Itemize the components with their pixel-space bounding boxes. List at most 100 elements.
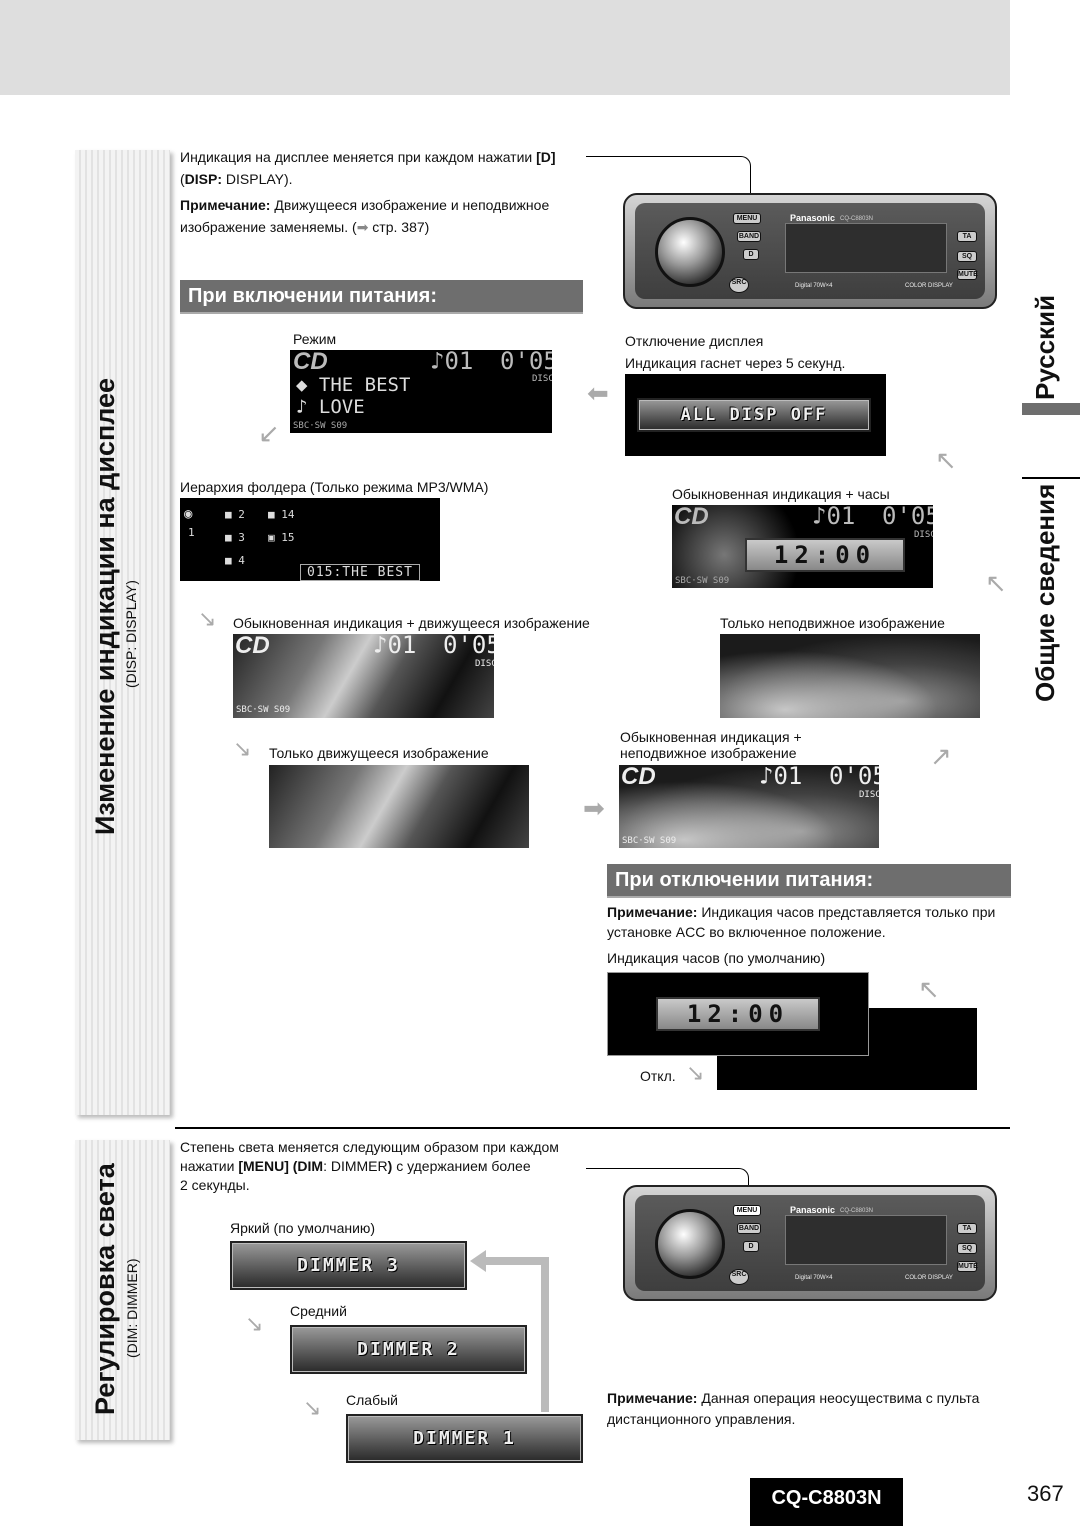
curved-arrow-icon: ↖ (935, 445, 957, 475)
note-label: Примечание: (607, 1390, 698, 1406)
src-button[interactable]: SRC (729, 277, 749, 293)
radio-model: CQ-C8803N (840, 216, 874, 222)
sq-button[interactable]: SQ (957, 251, 977, 262)
folder-item: ■ 2 (225, 508, 245, 521)
lcd-source: CD (674, 505, 709, 530)
arrow-right-icon: ➡ (583, 793, 605, 823)
menu-button[interactable]: MENU (733, 213, 761, 224)
lcd-still-normal: CD ♪01 0'05 DISC SBC·SW S09 (619, 765, 879, 848)
intro-display-text: DISPLAY). (222, 171, 293, 187)
lcd-line2: ♪ LOVE (296, 396, 365, 418)
display-section-title: Изменение индикации на дисплее (90, 377, 120, 835)
clock-display: 12:00 (745, 538, 905, 572)
lcd-disc: DISC (859, 790, 879, 800)
dimmer-intro-line1: Степень света меняется следующим образом… (180, 1139, 559, 1155)
display-section-subtitle: (DISP: DISPLAY) (123, 580, 139, 688)
d-button[interactable]: D (743, 1241, 759, 1252)
lcd-moving-image: CD ♪01 0'05 DISC SBC·SW S09 (233, 634, 494, 718)
disp-off-panel: ALL DISP OFF (637, 398, 871, 432)
curved-arrow-icon: ↖ (985, 568, 1007, 598)
ta-button[interactable]: TA (957, 1223, 977, 1234)
band-button[interactable]: BAND (737, 1223, 761, 1234)
dimmer-level-label: Средний (290, 1303, 347, 1319)
volume-knob[interactable] (655, 217, 725, 287)
dimmer-section-subtitle: (DIM: DIMMER) (124, 1258, 140, 1358)
lcd-folder-name: THE BEST (318, 374, 411, 396)
dimmer-note: Примечание: Данная операция неосуществим… (607, 1388, 1007, 1430)
still-label: Обыкновенная индикация + неподвижное изо… (620, 729, 802, 761)
dimmer-level-label: Слабый (346, 1392, 398, 1408)
disc-icon: ◉ (184, 506, 193, 522)
curved-arrow-icon: ↖ (918, 974, 940, 1004)
clock-default-display: 12:00 (656, 997, 820, 1031)
intro-text: Индикация на дисплее меняется при каждом… (180, 149, 537, 165)
lcd-sbc: SBC·SW S09 (622, 836, 677, 846)
lcd-time: 0'05 (443, 634, 494, 659)
lcd-disp-off: ALL DISP OFF (625, 374, 886, 456)
sq-button[interactable]: SQ (957, 1243, 977, 1254)
lcd-time: 0'05 (882, 505, 933, 530)
model-badge: CQ-C8803N (750, 1478, 903, 1526)
menu-button[interactable]: MENU (733, 1205, 761, 1216)
dimmer-intro: Степень света меняется следующим образом… (180, 1139, 559, 1193)
menu-key-label: [MENU] (DIM (238, 1158, 324, 1174)
folder-item: ■ 3 (225, 531, 245, 544)
curved-arrow-icon: ↘ (245, 1311, 264, 1336)
clock-default-label: Индикация часов (по умолчанию) (607, 950, 826, 966)
tab-divider (1022, 477, 1080, 479)
folder-item: ■ 14 (268, 508, 295, 521)
folder-root: 1 (188, 526, 195, 539)
radio-brand: Panasonic (790, 213, 836, 223)
lcd-source: CD (293, 350, 328, 375)
lcd-clock: CD ♪01 0'05 DISC 12:00 SBC·SW S09 (672, 505, 933, 588)
radio-footer: Digital 70W×4 (795, 1275, 833, 1281)
curved-arrow-icon: ↘ (686, 1060, 705, 1085)
volume-knob[interactable] (655, 1209, 725, 1279)
dimmer-level-1: DIMMER 1 (346, 1414, 583, 1463)
display-note: Примечание: Движущееся изображение и неп… (180, 194, 590, 238)
color-display-label: COLOR DISPLAY (905, 1275, 953, 1281)
dimmer-subtitle-block: (DIM: DIMMER) (124, 1258, 142, 1358)
lcd-disc: DISC (914, 530, 933, 540)
radio-model: CQ-C8803N (840, 1208, 874, 1214)
dimmer-level-2: DIMMER 2 (290, 1325, 527, 1374)
lcd-sbc: SBC·SW S09 (293, 421, 348, 431)
moving-label: Обыкновенная индикация + движущееся изоб… (233, 615, 590, 631)
lcd-track: ♪01 (430, 350, 474, 375)
ta-button[interactable]: TA (957, 231, 977, 242)
lcd-sbc: SBC·SW S09 (675, 576, 730, 586)
arrow-left-icon: ⬅ (587, 378, 609, 408)
radio-screen (785, 223, 947, 273)
section-divider (175, 1127, 1010, 1129)
display-section-title-block: Изменение индикации на дисплее (90, 378, 121, 835)
lcd-folder-line: 015:THE BEST (300, 564, 420, 581)
d-button[interactable]: D (743, 249, 759, 260)
mute-button[interactable]: MUTE (957, 269, 978, 280)
mode-label: Режим (293, 331, 337, 347)
dimmer-section-title: Регулировка света (90, 1163, 120, 1415)
still-only-label: Только неподвижное изображение (720, 615, 945, 631)
header-band (0, 0, 1010, 95)
curved-arrow-icon: ↘ (303, 1395, 322, 1420)
language-tab-marker (1022, 403, 1080, 415)
band-button[interactable]: BAND (737, 231, 761, 242)
lcd-mode: CD ♪01 0'05 DISC ◆ THE BEST ♪ LOVE SBC·S… (290, 350, 552, 433)
lcd-clock-default: 12:00 (607, 972, 869, 1056)
clock-mode-label: Обыкновенная индикация + часы (672, 486, 890, 502)
lcd-sbc: SBC·SW S09 (236, 705, 291, 715)
arrow-right-icon: ➡ (356, 219, 369, 235)
disp-off-label: Отключение дисплея Индикация гаснет чере… (625, 330, 845, 374)
display-intro: Индикация на дисплее меняется при каждом… (180, 146, 600, 190)
mute-button[interactable]: MUTE (957, 1261, 978, 1272)
dimmer-intro-line3: 2 секунды. (180, 1177, 250, 1193)
color-display-label: COLOR DISPLAY (905, 283, 953, 289)
src-button[interactable]: SRC (729, 1269, 749, 1285)
loop-arrow-horizontal (485, 1257, 549, 1265)
still-label-line2: неподвижное изображение (620, 745, 797, 761)
curved-arrow-icon: ↘ (198, 606, 217, 631)
note-label: Примечание: (607, 904, 698, 920)
lcd-source: CD (235, 634, 270, 659)
page-number: 367 (1027, 1481, 1064, 1506)
lcd-track: ♪01 (812, 505, 856, 530)
folder-label: Иерархия фолдера (Только режима MP3/WMA) (180, 479, 489, 495)
